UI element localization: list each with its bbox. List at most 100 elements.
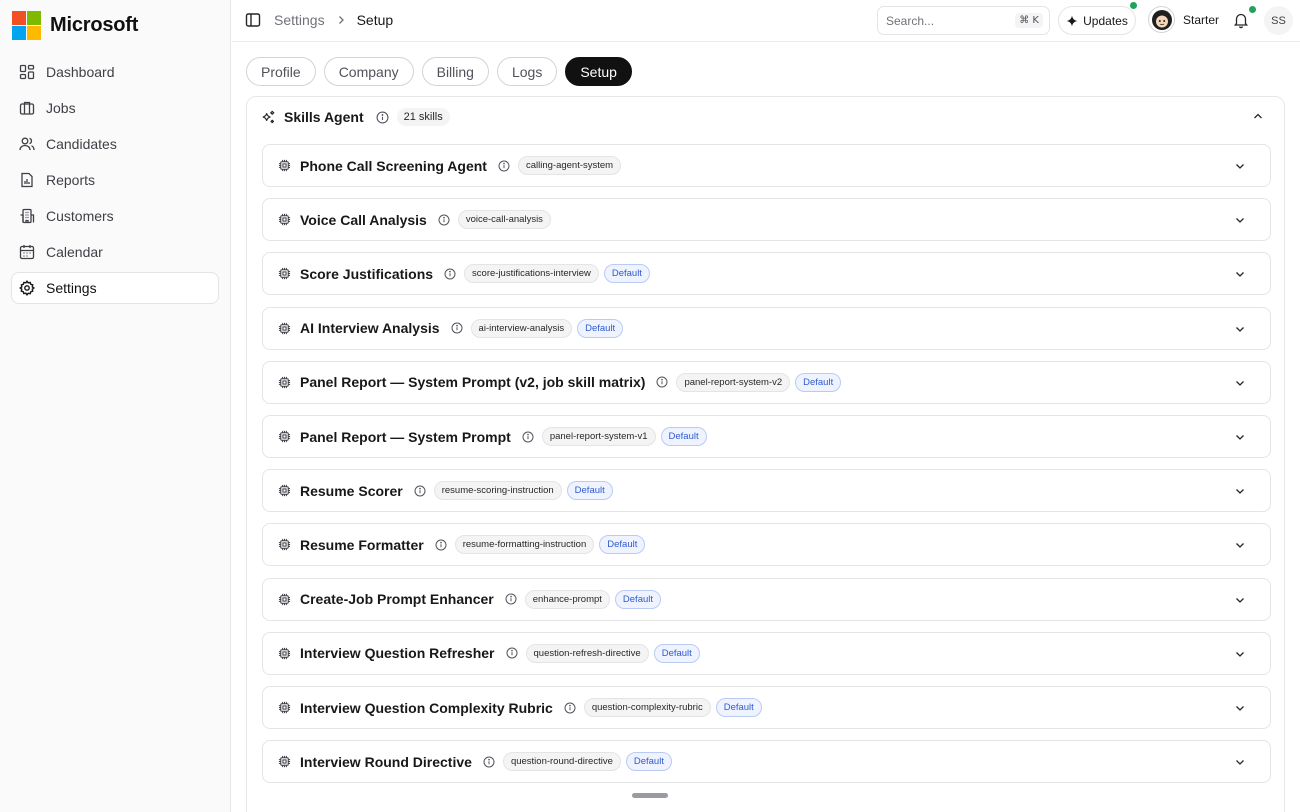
default-badge: Default xyxy=(603,264,650,284)
sidebar-item-customers[interactable]: Customers xyxy=(11,200,219,232)
skill-name: Resume Formatter xyxy=(300,536,424,553)
breadcrumb-settings[interactable]: Settings xyxy=(274,12,325,28)
sidebar-item-settings[interactable]: Settings xyxy=(11,272,219,304)
info-icon[interactable] xyxy=(498,160,510,172)
chevron-down-icon[interactable] xyxy=(1234,756,1246,768)
skill-row[interactable]: Create-Job Prompt Enhancer enhance-prompt… xyxy=(262,577,1271,621)
sidebar-item-label: Settings xyxy=(46,280,97,296)
skill-name: Panel Report — System Prompt (v2, job sk… xyxy=(300,374,646,391)
cpu-chip-icon xyxy=(278,159,291,172)
tab-logs[interactable]: Logs xyxy=(496,57,558,86)
cpu-chip-icon xyxy=(278,539,291,551)
cpu-chip-icon xyxy=(278,647,291,659)
sparkles-icon xyxy=(262,110,275,123)
info-icon[interactable] xyxy=(414,485,426,497)
bell-icon[interactable] xyxy=(1232,11,1250,29)
info-icon[interactable] xyxy=(564,702,576,714)
updates-button[interactable]: Updates xyxy=(1058,2,1137,35)
skill-row[interactable]: Resume Formatter resume-formatting-instru… xyxy=(262,523,1271,567)
info-icon[interactable] xyxy=(656,376,668,388)
skill-row[interactable]: Interview Question Complexity Rubric ques… xyxy=(262,686,1271,729)
default-badge: Default xyxy=(653,643,700,663)
chevron-down-icon[interactable] xyxy=(1234,485,1246,497)
default-badge: Default xyxy=(599,535,646,555)
info-icon[interactable] xyxy=(376,111,389,124)
breadcrumb-setup: Setup xyxy=(356,12,394,28)
briefcase-icon xyxy=(19,101,35,115)
skill-slug-badge: resume-formatting-instruction xyxy=(454,535,595,555)
sidebar-item-jobs[interactable]: Jobs xyxy=(11,92,219,124)
sidebar-item-calendar[interactable]: Calendar xyxy=(11,236,219,268)
chevron-up-icon[interactable] xyxy=(1252,110,1264,122)
skill-slug-badge: panel-report-system-v1 xyxy=(541,427,656,446)
chevron-down-icon[interactable] xyxy=(1234,594,1246,606)
info-icon[interactable] xyxy=(435,539,447,551)
skill-name: Score Justifications xyxy=(300,265,434,282)
scroll-handle[interactable] xyxy=(632,793,668,798)
skill-row[interactable]: AI Interview Analysis ai-interview-analys… xyxy=(262,306,1271,350)
brand[interactable]: Microsoft xyxy=(12,11,138,40)
skill-row[interactable]: Panel Report — System Prompt panel-report… xyxy=(262,415,1271,458)
sidebar-item-dashboard[interactable]: Dashboard xyxy=(11,56,219,88)
skill-row[interactable]: Interview Round Directive question-round-… xyxy=(262,740,1271,784)
chevron-down-icon[interactable] xyxy=(1234,323,1246,335)
chevron-down-icon[interactable] xyxy=(1234,431,1246,443)
search-box[interactable]: ⌘ K xyxy=(877,6,1050,35)
cpu-chip-icon xyxy=(278,430,291,443)
skill-name: Phone Call Screening Agent xyxy=(300,157,487,174)
sidebar: Microsoft Dashboard Jobs Candidates Repo… xyxy=(0,0,231,812)
info-icon[interactable] xyxy=(522,431,534,443)
tab-profile[interactable]: Profile xyxy=(246,57,316,86)
sidebar-item-reports[interactable]: Reports xyxy=(11,164,219,196)
cpu-chip-icon xyxy=(278,485,291,497)
chevron-down-icon[interactable] xyxy=(1234,648,1246,660)
skill-row[interactable]: Phone Call Screening Agent calling-agent-… xyxy=(262,144,1271,187)
skill-slug-badge: panel-report-system-v2 xyxy=(676,372,791,392)
sidebar-nav: Dashboard Jobs Candidates Reports Custom… xyxy=(11,56,219,308)
skills-agent-header[interactable]: Skills Agent 21 skills xyxy=(261,107,450,127)
chevron-down-icon[interactable] xyxy=(1234,214,1246,226)
skill-row[interactable]: Resume Scorer resume-scoring-instruction D… xyxy=(262,469,1271,513)
info-icon[interactable] xyxy=(505,593,517,605)
breadcrumb: Settings Setup xyxy=(274,12,393,28)
skill-name: Resume Scorer xyxy=(300,482,403,499)
top-bar: Settings Setup ⌘ K Updates Starter SS xyxy=(232,0,1300,42)
info-icon[interactable] xyxy=(451,322,463,334)
tab-setup[interactable]: Setup xyxy=(565,57,632,86)
user-avatar-button[interactable]: SS xyxy=(1264,6,1293,35)
brand-name: Microsoft xyxy=(50,14,139,36)
sidebar-item-candidates[interactable]: Candidates xyxy=(11,128,219,160)
skill-name: AI Interview Analysis xyxy=(300,320,440,337)
calendar-icon xyxy=(19,245,35,260)
skills-count-badge: 21 skills xyxy=(396,108,450,126)
chevron-down-icon[interactable] xyxy=(1234,160,1246,172)
skill-row[interactable]: Panel Report — System Prompt (v2, job sk… xyxy=(262,360,1271,404)
chevron-down-icon[interactable] xyxy=(1234,702,1246,714)
sidebar-item-label: Calendar xyxy=(46,244,103,260)
info-icon[interactable] xyxy=(438,214,450,226)
tab-company[interactable]: Company xyxy=(323,57,414,86)
cpu-chip-icon xyxy=(278,376,291,388)
dashboard-icon xyxy=(19,64,35,80)
default-badge: Default xyxy=(715,698,762,717)
chevron-right-icon xyxy=(338,16,344,24)
sidebar-toggle-icon[interactable] xyxy=(245,12,261,28)
plan-switcher[interactable]: Starter xyxy=(1148,6,1219,33)
skill-slug-badge: voice-call-analysis xyxy=(457,210,551,230)
chevron-down-icon[interactable] xyxy=(1234,377,1246,389)
skill-row[interactable]: Interview Question Refresher question-ref… xyxy=(262,631,1271,675)
tab-billing[interactable]: Billing xyxy=(421,57,489,86)
chevron-down-icon[interactable] xyxy=(1234,268,1246,280)
report-icon xyxy=(21,172,33,188)
skill-row[interactable]: Score Justifications score-justifications… xyxy=(262,252,1271,296)
skill-name: Interview Question Refresher xyxy=(300,645,495,662)
skill-name: Create-Job Prompt Enhancer xyxy=(300,591,494,608)
microsoft-logo-icon xyxy=(12,11,41,40)
search-input[interactable] xyxy=(886,13,1006,28)
skill-row[interactable]: Voice Call Analysis voice-call-analysis xyxy=(262,198,1271,242)
info-icon[interactable] xyxy=(483,756,495,768)
info-icon[interactable] xyxy=(506,647,518,659)
chevron-down-icon[interactable] xyxy=(1234,539,1246,551)
updates-label: Updates xyxy=(1083,13,1128,28)
info-icon[interactable] xyxy=(444,268,456,280)
